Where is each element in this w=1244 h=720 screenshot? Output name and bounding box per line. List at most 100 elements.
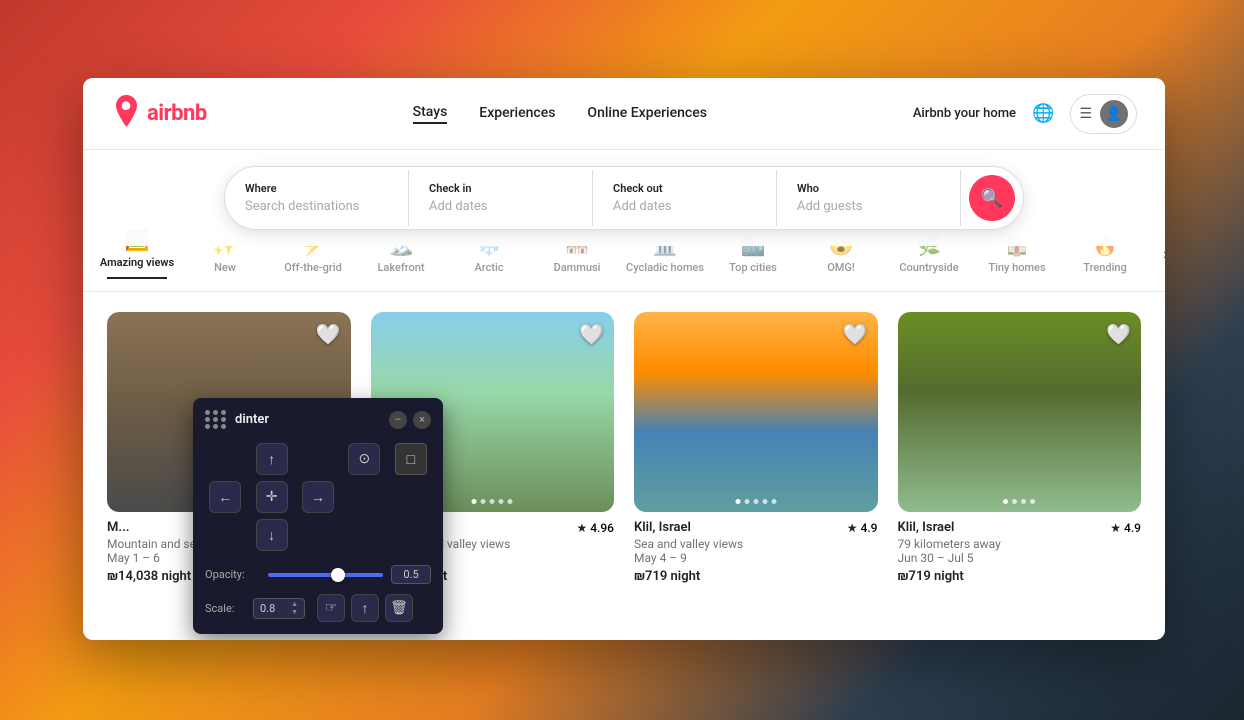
countryside-label: Countryside xyxy=(899,261,958,274)
card-rating-3: ★ 4.9 xyxy=(847,521,878,535)
listing-card-3[interactable]: 🤍 Klil, Israel ★ 4.9 Sea and valley view… xyxy=(634,312,878,592)
who-value: Add guests xyxy=(797,199,862,214)
nav-center: Stays Experiences Online Experiences xyxy=(413,104,707,124)
who-label: Who xyxy=(797,182,940,195)
center-btn[interactable]: ⊙ xyxy=(348,443,380,475)
tiny-homes-label: Tiny homes xyxy=(988,261,1045,274)
placeholder-5 xyxy=(209,519,241,551)
scale-arrows: ▲ ▼ xyxy=(291,601,298,616)
dinter-panel: dinter – × ↑ ⊙ □ ← ✛ → ↓ xyxy=(193,398,443,634)
placeholder-6 xyxy=(302,519,334,551)
card-price-4: ₪719 night xyxy=(898,569,1142,584)
nav-online-experiences[interactable]: Online Experiences xyxy=(587,105,707,123)
wishlist-button-2[interactable]: 🤍 xyxy=(579,322,604,346)
big-search-container: Where Search destinations Check in Add d… xyxy=(224,166,1024,230)
upload-action-btn[interactable]: ↑ xyxy=(351,594,379,622)
user-menu[interactable]: ☰ 👤 xyxy=(1070,94,1137,134)
arctic-label: Arctic xyxy=(474,261,503,274)
card-price-3: ₪719 night xyxy=(634,569,878,584)
lakefront-label: Lakefront xyxy=(377,261,424,274)
square-btn[interactable]: □ xyxy=(395,443,427,475)
card-description-4: 79 kilometers away xyxy=(898,537,1142,551)
scale-control-row: Scale: 0.8 ▲ ▼ ☞ ↑ 🗑 xyxy=(205,594,431,622)
wishlist-button-1[interactable]: 🤍 xyxy=(316,322,341,346)
move-up-btn[interactable]: ↑ xyxy=(256,443,288,475)
dinter-header: dinter – × xyxy=(205,410,431,429)
placeholder-1 xyxy=(209,443,241,475)
move-left-btn[interactable]: ← xyxy=(209,481,241,513)
checkout-field[interactable]: Check out Add dates xyxy=(593,170,777,226)
opacity-control-row: Opacity: 0.5 xyxy=(205,565,431,584)
listing-card-4[interactable]: 🤍 Klil, Israel ★ 4.9 79 kilometers away … xyxy=(898,312,1142,592)
dinter-drag-handle[interactable] xyxy=(205,410,227,429)
card-image-3: 🤍 xyxy=(634,312,878,512)
move-right-btn[interactable]: → xyxy=(302,481,334,513)
card-info-4: Klil, Israel ★ 4.9 79 kilometers away Ju… xyxy=(898,512,1142,592)
card-dates-3: May 4 – 9 xyxy=(634,551,878,565)
where-field[interactable]: Where Search destinations xyxy=(225,170,409,226)
rating-value-3: 4.9 xyxy=(861,521,878,535)
who-field[interactable]: Who Add guests xyxy=(777,170,961,226)
star-icon-3: ★ xyxy=(847,521,858,535)
move-down-btn[interactable]: ↓ xyxy=(256,519,288,551)
category-arrow[interactable]: › xyxy=(1163,244,1165,263)
opacity-value[interactable]: 0.5 xyxy=(391,565,431,584)
dammusi-label: Dammusi xyxy=(554,261,601,274)
dinter-window-controls: – × xyxy=(389,411,431,429)
checkout-value: Add dates xyxy=(613,199,672,214)
dinter-title: dinter xyxy=(235,412,269,427)
browser-window: airbnb Stays Experiences Online Experien… xyxy=(83,78,1165,640)
off-the-grid-label: Off-the-grid xyxy=(284,261,342,274)
top-cities-label: Top cities xyxy=(729,261,777,274)
wishlist-button-3[interactable]: 🤍 xyxy=(843,322,868,346)
trending-label: Trending xyxy=(1083,261,1126,274)
checkin-field[interactable]: Check in Add dates xyxy=(409,170,593,226)
dinter-arrow-grid: ↑ ⊙ □ ← ✛ → ↓ xyxy=(205,443,431,551)
checkout-label: Check out xyxy=(613,182,756,195)
new-label: New xyxy=(214,261,236,274)
rating-value-4: 4.9 xyxy=(1124,521,1141,535)
logo-text: airbnb xyxy=(147,101,207,126)
card-info-3: Klil, Israel ★ 4.9 Sea and valley views … xyxy=(634,512,878,592)
card-location-4: Klil, Israel xyxy=(898,520,955,535)
rating-value-2: 4.96 xyxy=(590,521,614,535)
card-rating-4: ★ 4.9 xyxy=(1110,521,1141,535)
logo-area[interactable]: airbnb xyxy=(111,95,207,132)
scale-value: 0.8 xyxy=(260,602,275,615)
scale-up-arrow[interactable]: ▲ xyxy=(291,601,298,608)
move-center-btn[interactable]: ✛ xyxy=(256,481,288,513)
card-rating-2: ★ 4.96 xyxy=(576,521,614,535)
wishlist-button-4[interactable]: 🤍 xyxy=(1106,322,1131,346)
search-bar-expanded: Where Search destinations Check in Add d… xyxy=(83,150,1165,246)
placeholder-2 xyxy=(302,443,334,475)
header: airbnb Stays Experiences Online Experien… xyxy=(83,78,1165,150)
where-value: Search destinations xyxy=(245,199,359,214)
placeholder-7 xyxy=(348,519,380,551)
globe-icon[interactable]: 🌐 xyxy=(1032,103,1054,124)
scale-input[interactable]: 0.8 ▲ ▼ xyxy=(253,598,305,619)
dinter-minimize-btn[interactable]: – xyxy=(389,411,407,429)
checkin-label: Check in xyxy=(429,182,572,195)
card-description-3: Sea and valley views xyxy=(634,537,878,551)
opacity-label: Opacity: xyxy=(205,568,260,581)
placeholder-8 xyxy=(395,519,427,551)
star-icon: ★ xyxy=(576,521,587,535)
checkin-value: Add dates xyxy=(429,199,488,214)
search-button[interactable]: 🔍 xyxy=(969,175,1015,221)
cursor-action-btn[interactable]: ☞ xyxy=(317,594,345,622)
card-dates-4: Jun 30 – Jul 5 xyxy=(898,551,1142,565)
airbnb-home-button[interactable]: Airbnb your home xyxy=(913,106,1016,121)
nav-stays[interactable]: Stays xyxy=(413,104,448,124)
opacity-slider-thumb[interactable] xyxy=(331,568,345,582)
dinter-close-btn[interactable]: × xyxy=(413,411,431,429)
cycladic-label: Cycladic homes xyxy=(626,261,704,274)
hamburger-icon: ☰ xyxy=(1079,106,1092,122)
placeholder-4 xyxy=(395,481,427,513)
card-location-1: M... xyxy=(107,520,129,535)
opacity-slider-track xyxy=(268,573,383,577)
scale-down-arrow[interactable]: ▼ xyxy=(291,609,298,616)
delete-action-btn[interactable]: 🗑 xyxy=(385,594,413,622)
user-avatar: 👤 xyxy=(1100,100,1128,128)
nav-experiences[interactable]: Experiences xyxy=(479,105,555,123)
dinter-title-area: dinter xyxy=(205,410,269,429)
